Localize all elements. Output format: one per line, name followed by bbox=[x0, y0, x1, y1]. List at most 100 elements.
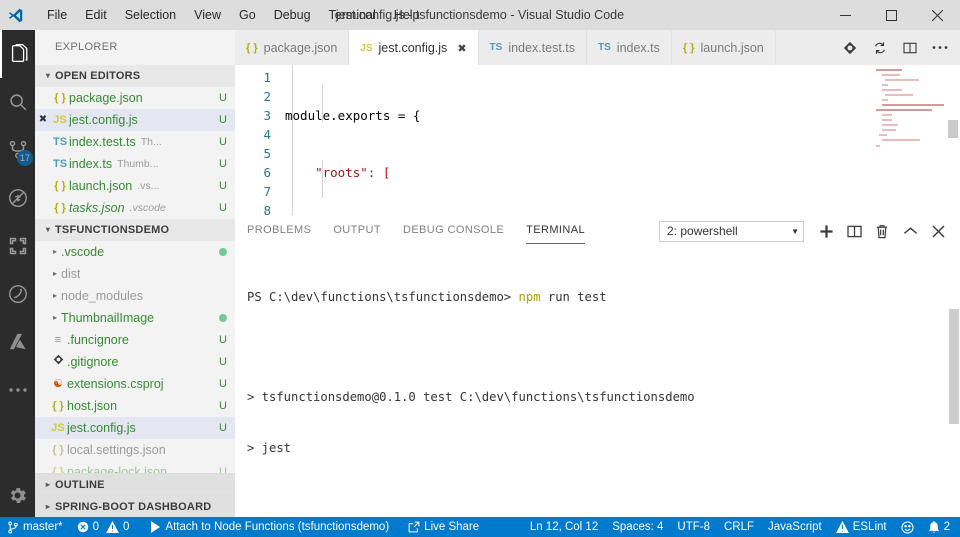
status-eol[interactable]: CRLF bbox=[717, 517, 761, 537]
panel-tab-problems[interactable]: PROBLEMS bbox=[247, 224, 311, 238]
chevron-right-icon: ▸ bbox=[52, 247, 57, 256]
editor-tab-bar: { } package.json JS jest.config.js ✖ TS … bbox=[235, 30, 960, 65]
run-debug-icon[interactable] bbox=[836, 30, 864, 65]
modified-dot-icon bbox=[219, 248, 227, 256]
minimize-button[interactable] bbox=[822, 0, 868, 30]
tree-item-host-json[interactable]: { } host.json U bbox=[35, 395, 235, 417]
git-status: U bbox=[219, 114, 227, 126]
sync-icon[interactable] bbox=[866, 30, 894, 65]
menu-view[interactable]: View bbox=[185, 0, 230, 30]
status-cursor-position[interactable]: Ln 12, Col 12 bbox=[523, 517, 605, 537]
open-editor-item[interactable]: { } launch.json .vs... U bbox=[35, 175, 235, 197]
activity-azure-icon[interactable] bbox=[0, 318, 35, 366]
tree-item-label: jest.config.js bbox=[67, 421, 136, 435]
maximize-button[interactable] bbox=[868, 0, 914, 30]
line-number: 7 bbox=[263, 184, 271, 199]
editor-minimap[interactable] bbox=[874, 65, 946, 215]
section-outline[interactable]: ▸ OUTLINE bbox=[35, 473, 235, 495]
activity-spring-boot-icon[interactable] bbox=[0, 270, 35, 318]
terminal-scrollbar-thumb[interactable] bbox=[949, 309, 959, 424]
status-branch[interactable]: master* bbox=[0, 517, 70, 537]
tree-item-funcignore[interactable]: ≡ .funcignore U bbox=[35, 329, 235, 351]
tree-item-gitignore[interactable]: .gitignore U bbox=[35, 351, 235, 373]
activity-more-icon[interactable] bbox=[0, 366, 35, 414]
section-project-root[interactable]: ▾ TSFUNCTIONSDEMO bbox=[35, 219, 235, 241]
tab-label: index.ts bbox=[616, 40, 660, 55]
menu-go[interactable]: Go bbox=[230, 0, 265, 30]
more-actions-icon[interactable] bbox=[926, 30, 954, 65]
open-editor-item[interactable]: ✖ JS jest.config.js U bbox=[35, 109, 235, 131]
close-button[interactable] bbox=[914, 0, 960, 30]
activity-explorer-icon[interactable] bbox=[0, 30, 35, 78]
new-terminal-icon[interactable] bbox=[814, 219, 838, 243]
tab-jest-config-js[interactable]: JS jest.config.js ✖ bbox=[349, 30, 479, 65]
tree-item-dist[interactable]: ▸ dist bbox=[35, 263, 235, 285]
open-editor-label: launch.json bbox=[69, 179, 133, 193]
status-language-mode[interactable]: JavaScript bbox=[761, 517, 829, 537]
open-editor-item[interactable]: TS index.test.ts Th... U bbox=[35, 131, 235, 153]
split-terminal-icon[interactable] bbox=[842, 219, 866, 243]
menu-selection[interactable]: Selection bbox=[116, 0, 185, 30]
activity-source-control-icon[interactable]: 17 bbox=[0, 126, 35, 174]
tree-item-extensions-csproj[interactable]: ☯ extensions.csproj U bbox=[35, 373, 235, 395]
tab-index-test-ts[interactable]: TS index.test.ts bbox=[478, 30, 588, 65]
tab-launch-json[interactable]: { } launch.json bbox=[671, 30, 776, 65]
menu-edit[interactable]: Edit bbox=[76, 0, 116, 30]
activity-search-icon[interactable] bbox=[0, 78, 35, 126]
maximize-panel-icon[interactable] bbox=[898, 219, 922, 243]
panel-tab-terminal[interactable]: TERMINAL bbox=[526, 224, 585, 244]
terminal-scrollbar[interactable] bbox=[948, 247, 960, 517]
git-status: U bbox=[219, 202, 227, 214]
editor-scrollbar-thumb[interactable] bbox=[948, 120, 958, 138]
menu-help[interactable]: Help bbox=[385, 0, 429, 30]
open-editor-item[interactable]: TS index.ts Thumb... U bbox=[35, 153, 235, 175]
open-editor-label: package.json bbox=[69, 91, 143, 105]
open-editor-item[interactable]: { } package.json U bbox=[35, 87, 235, 109]
activity-settings-gear-icon[interactable] bbox=[0, 473, 35, 517]
activity-extensions-icon[interactable] bbox=[0, 222, 35, 270]
tree-item-jest-config[interactable]: JS jest.config.js U bbox=[35, 417, 235, 439]
tree-item-thumbnailimage[interactable]: ▸ ThumbnailImage bbox=[35, 307, 235, 329]
activity-debug-icon[interactable] bbox=[0, 174, 35, 222]
status-debug-launch[interactable]: Attach to Node Functions (tsfunctionsdem… bbox=[136, 517, 396, 537]
chevron-right-icon: ▸ bbox=[52, 291, 57, 300]
section-spring-boot-dashboard[interactable]: ▸ SPRING-BOOT DASHBOARD bbox=[35, 495, 235, 517]
code-content: module.exports = { "roots": [ "<rootDir>… bbox=[285, 65, 752, 215]
close-icon[interactable]: ✖ bbox=[35, 109, 51, 131]
tree-item-node-modules[interactable]: ▸ node_modules bbox=[35, 285, 235, 307]
code-editor[interactable]: 1 2 3 4 5 6 7 8 module.exports = { "root… bbox=[235, 65, 960, 215]
bottom-panel: PROBLEMS OUTPUT DEBUG CONSOLE TERMINAL 2… bbox=[235, 215, 960, 517]
kill-terminal-icon[interactable] bbox=[870, 219, 894, 243]
git-status: U bbox=[219, 180, 227, 192]
tree-item-local-settings[interactable]: { } local.settings.json bbox=[35, 439, 235, 461]
terminal-output[interactable]: PS C:\dev\functions\tsfunctionsdemo> npm… bbox=[235, 247, 960, 517]
tab-package-json[interactable]: { } package.json bbox=[235, 30, 350, 65]
panel-tab-debug-console[interactable]: DEBUG CONSOLE bbox=[403, 224, 504, 238]
code-line: module.exports = { bbox=[285, 108, 421, 123]
menu-file[interactable]: File bbox=[38, 0, 76, 30]
split-editor-icon[interactable] bbox=[896, 30, 924, 65]
menu-debug[interactable]: Debug bbox=[265, 0, 320, 30]
line-number: 6 bbox=[263, 165, 271, 180]
close-panel-icon[interactable] bbox=[926, 219, 950, 243]
terminal-selector[interactable]: 2: powershell ▼ bbox=[659, 220, 804, 242]
tree-item-vscode[interactable]: ▸ .vscode bbox=[35, 241, 235, 263]
tab-index-ts[interactable]: TS index.ts bbox=[587, 30, 672, 65]
editor-scrollbar[interactable] bbox=[946, 65, 960, 215]
editor-area: { } package.json JS jest.config.js ✖ TS … bbox=[235, 30, 960, 215]
status-encoding[interactable]: UTF-8 bbox=[670, 517, 717, 537]
status-indentation[interactable]: Spaces: 4 bbox=[605, 517, 670, 537]
tab-close-icon[interactable]: ✖ bbox=[457, 42, 466, 55]
tab-label: index.test.ts bbox=[508, 40, 576, 55]
status-feedback[interactable] bbox=[894, 517, 921, 537]
section-open-editors[interactable]: ▾ OPEN EDITORS bbox=[35, 65, 235, 87]
open-editor-item[interactable]: { } tasks.json .vscode U bbox=[35, 197, 235, 219]
status-notifications[interactable]: 2 bbox=[921, 517, 960, 537]
outline-label: OUTLINE bbox=[55, 478, 105, 491]
status-eslint[interactable]: ESLint bbox=[829, 517, 894, 537]
panel-tab-output[interactable]: OUTPUT bbox=[333, 224, 381, 238]
status-problems[interactable]: 0 0 bbox=[70, 517, 137, 537]
tab-label: launch.json bbox=[700, 40, 764, 55]
status-live-share[interactable]: Live Share bbox=[396, 517, 486, 537]
menu-terminal[interactable]: Terminal bbox=[320, 0, 385, 30]
